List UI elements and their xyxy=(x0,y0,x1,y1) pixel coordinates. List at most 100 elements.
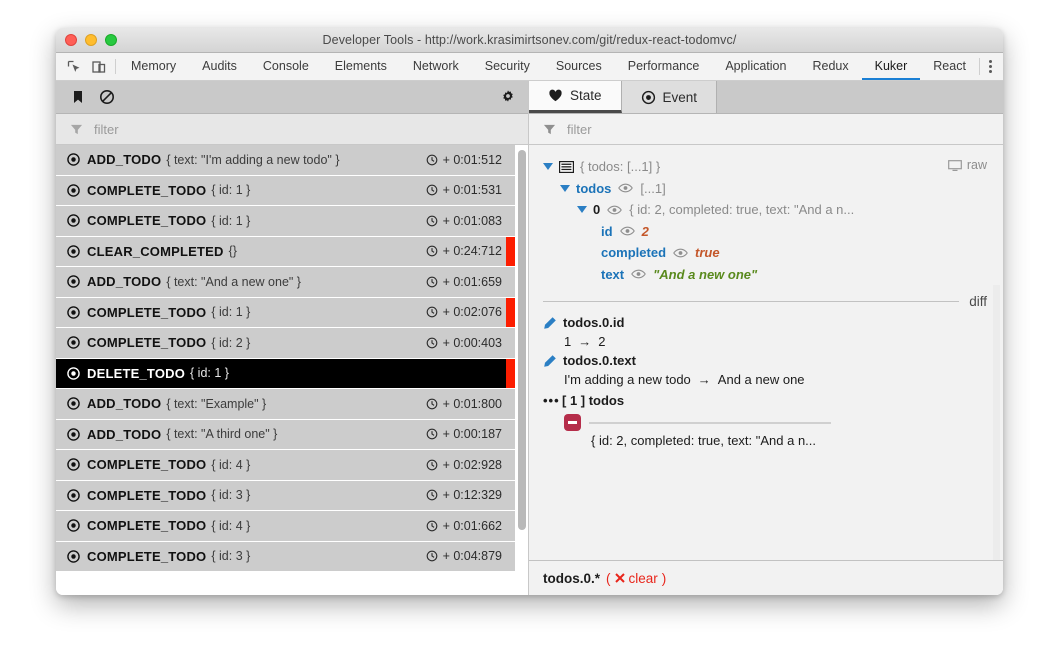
target-icon xyxy=(67,305,87,319)
target-icon xyxy=(67,458,87,472)
eye-icon[interactable] xyxy=(619,226,635,236)
tab-memory[interactable]: Memory xyxy=(118,53,189,80)
traffic-lights xyxy=(56,34,117,46)
tab-redux[interactable]: Redux xyxy=(799,53,861,80)
action-time-label: + 0:12:329 xyxy=(442,488,502,503)
funnel-icon xyxy=(70,123,83,136)
target-icon xyxy=(641,90,655,104)
diff-change-path[interactable]: todos.0.text xyxy=(543,351,987,370)
chevron-down-icon[interactable] xyxy=(560,184,570,192)
minus-badge-icon[interactable] xyxy=(564,414,581,431)
action-payload: {} xyxy=(228,244,237,259)
action-payload: { id: 3 } xyxy=(211,488,251,503)
clear-path-button[interactable]: ( clear ) xyxy=(606,571,666,586)
chevron-down-icon[interactable] xyxy=(577,206,587,214)
diff-path-label: todos.0.text xyxy=(563,353,636,368)
table-row[interactable]: CLEAR_COMPLETED {} + 0:24:712 xyxy=(56,236,515,267)
action-payload: { text: "And a new one" } xyxy=(166,274,301,289)
tree-value-completed: true xyxy=(695,245,720,260)
action-payload: { text: "I'm adding a new todo" } xyxy=(166,152,340,167)
actions-filter-input[interactable] xyxy=(92,120,514,138)
devtools-tool-icons xyxy=(56,53,113,80)
tab-react[interactable]: React xyxy=(920,53,979,80)
eye-icon[interactable] xyxy=(618,183,634,193)
table-row[interactable]: COMPLETE_TODO { id: 2 } + 0:00:403 xyxy=(56,328,515,359)
toolbar-divider xyxy=(115,59,116,74)
tree-node-todos[interactable]: todos [...1] xyxy=(543,178,987,200)
table-row[interactable]: ADD_TODO { text: "And a new one" } + 0:0… xyxy=(56,267,515,298)
table-row[interactable]: COMPLETE_TODO { id: 3 } + 0:04:879 xyxy=(56,541,515,572)
actions-scrollbar[interactable] xyxy=(518,150,526,530)
tab-state[interactable]: State xyxy=(529,81,622,113)
tree-item0-summary: { id: 2, completed: true, text: "And a n… xyxy=(629,202,855,217)
zoom-button[interactable] xyxy=(105,34,117,46)
action-time-label: + 0:01:800 xyxy=(442,396,502,411)
action-marker xyxy=(506,236,515,266)
target-icon xyxy=(67,427,87,441)
action-payload: { id: 2 } xyxy=(211,335,251,350)
chevron-down-icon[interactable] xyxy=(543,163,553,171)
state-event-tabs: State Event xyxy=(529,81,1003,114)
table-row[interactable]: COMPLETE_TODO { id: 3 } + 0:12:329 xyxy=(56,480,515,511)
tree-root-summary: { todos: [...1] } xyxy=(580,159,661,174)
table-row[interactable]: COMPLETE_TODO { id: 1 } + 0:01:083 xyxy=(56,206,515,237)
table-row[interactable]: DELETE_TODO { id: 1 } xyxy=(56,358,515,389)
diff-removed-rule xyxy=(589,421,831,424)
tab-network[interactable]: Network xyxy=(400,53,472,80)
tab-state-label: State xyxy=(570,88,602,103)
tab-performance[interactable]: Performance xyxy=(615,53,713,80)
bookmark-icon[interactable] xyxy=(70,89,86,105)
tab-kuker[interactable]: Kuker xyxy=(861,53,921,80)
ban-icon[interactable] xyxy=(99,89,115,105)
tab-security[interactable]: Security xyxy=(472,53,543,80)
table-row[interactable]: COMPLETE_TODO { id: 4 } + 0:02:928 xyxy=(56,450,515,481)
minimize-button[interactable] xyxy=(85,34,97,46)
device-toolbar-icon[interactable] xyxy=(91,59,107,75)
diff-change-path[interactable]: todos.0.id xyxy=(543,313,987,332)
kebab-menu-icon[interactable] xyxy=(979,58,1003,75)
tab-audits[interactable]: Audits xyxy=(189,53,250,80)
state-scrollbar[interactable] xyxy=(993,285,1000,560)
eye-icon[interactable] xyxy=(673,248,688,258)
tab-sources[interactable]: Sources xyxy=(543,53,615,80)
table-row[interactable]: COMPLETE_TODO { id: 4 } + 0:01:662 xyxy=(56,511,515,542)
tab-elements[interactable]: Elements xyxy=(322,53,400,80)
action-type: DELETE_TODO xyxy=(87,365,186,381)
raw-toggle[interactable]: raw xyxy=(947,158,987,172)
action-time: + 0:01:512 xyxy=(426,153,515,167)
diff-removed-header[interactable]: ••• [ 1 ] todos xyxy=(543,391,987,410)
tab-event-label: Event xyxy=(662,89,698,105)
tab-application[interactable]: Application xyxy=(712,53,799,80)
table-row[interactable]: ADD_TODO { text: "I'm adding a new todo"… xyxy=(56,145,515,176)
tree-field-text[interactable]: text "And a new one" xyxy=(543,264,987,286)
eye-icon[interactable] xyxy=(631,269,646,279)
action-type: COMPLETE_TODO xyxy=(87,213,207,229)
table-row[interactable]: ADD_TODO { text: "Example" } + 0:01:800 xyxy=(56,389,515,420)
action-time-label: + 0:01:083 xyxy=(442,213,502,228)
tree-node-item-0[interactable]: 0 { id: 2, completed: true, text: "And a… xyxy=(543,199,987,221)
action-payload: { text: "Example" } xyxy=(166,396,267,411)
inspect-element-icon[interactable] xyxy=(66,59,82,75)
target-icon xyxy=(67,519,87,533)
monitor-icon xyxy=(947,159,962,171)
state-filter-input[interactable] xyxy=(565,120,989,138)
arrow-icon: → xyxy=(578,334,592,349)
tree-field-completed[interactable]: completed true xyxy=(543,242,987,264)
eye-icon[interactable] xyxy=(607,205,623,215)
table-row[interactable]: COMPLETE_TODO { id: 1 } + 0:02:076 xyxy=(56,297,515,328)
close-button[interactable] xyxy=(65,34,77,46)
action-type: ADD_TODO xyxy=(87,396,162,412)
tab-console[interactable]: Console xyxy=(250,53,322,80)
gear-icon[interactable] xyxy=(500,89,516,105)
action-time: + 0:04:879 xyxy=(426,549,515,563)
table-row[interactable]: COMPLETE_TODO { id: 1 } + 0:01:531 xyxy=(56,175,515,206)
table-row[interactable]: ADD_TODO { text: "A third one" } + 0:00:… xyxy=(56,419,515,450)
tree-field-id[interactable]: id 2 xyxy=(543,221,987,243)
action-type: CLEAR_COMPLETED xyxy=(87,243,224,259)
tree-node-root[interactable]: { todos: [...1] } xyxy=(543,156,987,178)
tab-event[interactable]: Event xyxy=(621,81,718,113)
action-payload: { text: "A third one" } xyxy=(166,427,278,442)
target-icon xyxy=(67,549,87,563)
target-icon xyxy=(67,183,87,197)
target-icon xyxy=(67,336,87,350)
